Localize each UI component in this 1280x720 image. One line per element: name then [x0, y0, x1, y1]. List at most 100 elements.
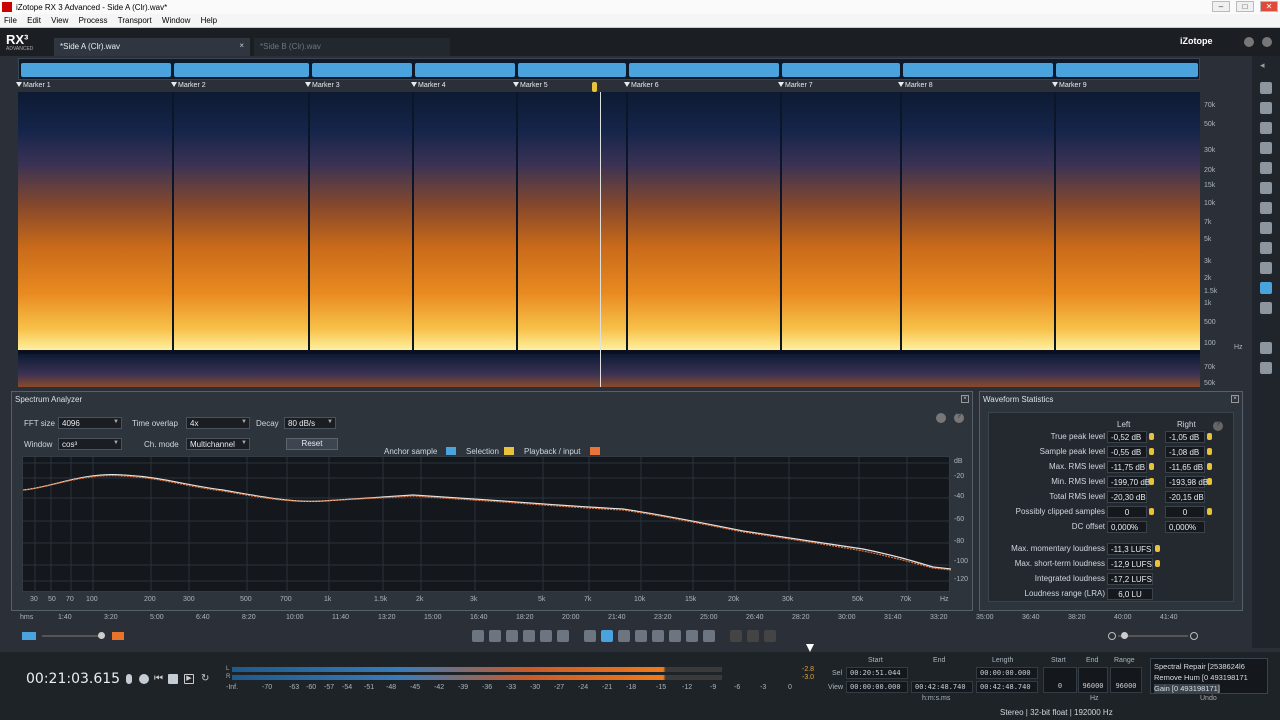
marker-6[interactable]: Marker 6: [624, 82, 659, 89]
zoom-in-icon[interactable]: [472, 630, 484, 642]
menu-file[interactable]: File: [0, 14, 21, 27]
gain-module-icon[interactable]: [1260, 222, 1272, 234]
freq-range[interactable]: 96000: [1110, 667, 1142, 693]
zoom-selection-icon[interactable]: [523, 630, 535, 642]
zoom-fit-icon[interactable]: [506, 630, 518, 642]
zoom-out-icon[interactable]: [489, 630, 501, 642]
eq-module-icon[interactable]: [1260, 202, 1272, 214]
invert-select-icon[interactable]: [747, 630, 759, 642]
batch-icon[interactable]: [1260, 342, 1272, 354]
play-button[interactable]: ▶: [184, 674, 194, 684]
menu-view[interactable]: View: [47, 14, 72, 27]
freq-end[interactable]: 96000: [1078, 667, 1108, 693]
anchor-color-swatch[interactable]: [446, 447, 456, 455]
spectrogram-view-icon[interactable]: [112, 632, 124, 640]
undo-history[interactable]: Spectral Repair [2538624l6 Remove Hum [0…: [1150, 658, 1268, 694]
time-select-icon[interactable]: [584, 630, 596, 642]
spectrum-graph[interactable]: [22, 456, 952, 593]
channel-ops-icon[interactable]: [1260, 262, 1272, 274]
wrench-icon[interactable]: [936, 413, 946, 423]
sel-length[interactable]: 00:00:00.000: [976, 667, 1038, 679]
marker-4[interactable]: Marker 4: [411, 82, 446, 89]
help-icon[interactable]: ?: [1213, 421, 1223, 431]
record-button[interactable]: [139, 674, 149, 684]
settings-icon[interactable]: [1244, 37, 1254, 47]
close-tab-icon[interactable]: ×: [239, 41, 244, 50]
close-panel-button[interactable]: ×: [1231, 395, 1239, 403]
tab-side-b[interactable]: *Side B (Clr).wav: [254, 38, 450, 56]
time-ruler[interactable]: hms 1:40 3:20 5:00 6:40 8:20 10:00 11:40…: [0, 612, 1252, 624]
clear-select-icon[interactable]: [764, 630, 776, 642]
window-select[interactable]: cos³: [58, 438, 122, 450]
spectrogram[interactable]: [18, 92, 1200, 387]
playhead-handle[interactable]: [592, 82, 597, 92]
freq-start[interactable]: 0: [1043, 667, 1077, 693]
hand-tool-icon[interactable]: [703, 630, 715, 642]
zoom-tool-icon[interactable]: [686, 630, 698, 642]
menu-process[interactable]: Process: [75, 14, 112, 27]
stop-button[interactable]: [168, 674, 178, 684]
freq-select-icon[interactable]: [618, 630, 630, 642]
headphones-icon[interactable]: [1260, 242, 1272, 254]
microphone-icon[interactable]: [126, 674, 132, 684]
zoom-slider-thumb[interactable]: [1121, 632, 1128, 639]
declip-module-icon[interactable]: [1260, 122, 1272, 134]
time-freq-select-icon[interactable]: [601, 630, 613, 642]
collapse-arrow-icon[interactable]: ◂: [1260, 60, 1272, 72]
slider-thumb[interactable]: [98, 632, 105, 639]
minimize-button[interactable]: –: [1212, 1, 1230, 12]
spectral-repair-icon[interactable]: [1260, 142, 1272, 154]
declick-module-icon[interactable]: [1260, 102, 1272, 114]
zoom-slider[interactable]: [1118, 635, 1188, 637]
waveform-view-icon[interactable]: [22, 632, 36, 640]
view-length[interactable]: 00:42:48.740: [976, 681, 1038, 693]
marker-7[interactable]: Marker 7: [778, 82, 813, 89]
menu-edit[interactable]: Edit: [23, 14, 45, 27]
decay-select[interactable]: 80 dB/s: [284, 417, 336, 429]
magic-wand-icon[interactable]: [669, 630, 681, 642]
reset-button[interactable]: Reset: [286, 438, 338, 450]
help-icon[interactable]: ?: [954, 413, 964, 423]
view-start[interactable]: 00:00:00.000: [846, 681, 908, 693]
history-item-current[interactable]: Gain [0 493198171]: [1154, 684, 1220, 693]
marker-9[interactable]: Marker 9: [1052, 82, 1087, 89]
waveform-overview[interactable]: [18, 58, 1200, 80]
sel-start[interactable]: 00:20:51.044: [846, 667, 908, 679]
lasso-icon[interactable]: [635, 630, 647, 642]
fft-size-select[interactable]: 4096: [58, 417, 122, 429]
tab-side-a[interactable]: *Side A (Clr).wav ×: [54, 38, 250, 56]
zoom-freq-out-icon[interactable]: [557, 630, 569, 642]
selection-color-swatch[interactable]: [504, 447, 514, 455]
stats-icon[interactable]: [1260, 302, 1272, 314]
playback-color-swatch[interactable]: [590, 447, 600, 455]
spectrum-analyzer-icon[interactable]: [1260, 282, 1272, 294]
zoom-in-icon[interactable]: [1190, 632, 1198, 640]
close-window-button[interactable]: ✕: [1260, 1, 1278, 12]
hum-removal-icon[interactable]: [1260, 162, 1272, 174]
marker-2[interactable]: Marker 2: [171, 82, 206, 89]
history-item[interactable]: Remove Hum [0 493198171: [1154, 673, 1248, 682]
rewind-button[interactable]: ⏮: [154, 674, 164, 684]
menu-transport[interactable]: Transport: [114, 14, 156, 27]
deconstruct-icon[interactable]: [1260, 182, 1272, 194]
view-end[interactable]: 00:42:48.740: [911, 681, 973, 693]
plugin-icon[interactable]: [1260, 362, 1272, 374]
marker-3[interactable]: Marker 3: [305, 82, 340, 89]
channel-mode-select[interactable]: Multichannel: [186, 438, 250, 450]
marker-1[interactable]: Marker 1: [16, 82, 51, 89]
help-icon[interactable]: [1262, 37, 1272, 47]
select-all-icon[interactable]: [730, 630, 742, 642]
close-panel-button[interactable]: ×: [961, 395, 969, 403]
maximize-button[interactable]: □: [1236, 1, 1254, 12]
loop-button[interactable]: ↻: [201, 674, 211, 684]
marker-8[interactable]: Marker 8: [898, 82, 933, 89]
menu-window[interactable]: Window: [158, 14, 194, 27]
brush-icon[interactable]: [652, 630, 664, 642]
time-overlap-select[interactable]: 4x: [186, 417, 250, 429]
view-blend-slider[interactable]: [42, 635, 102, 637]
denoise-module-icon[interactable]: [1260, 82, 1272, 94]
history-item[interactable]: Spectral Repair [2538624l6: [1154, 662, 1245, 671]
marker-5[interactable]: Marker 5: [513, 82, 548, 89]
zoom-out-icon[interactable]: [1108, 632, 1116, 640]
menu-help[interactable]: Help: [197, 14, 221, 27]
